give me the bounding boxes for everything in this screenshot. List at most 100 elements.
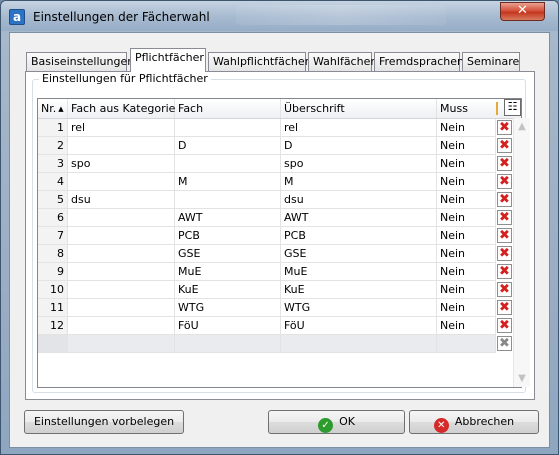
cell-fach-aus-kategorie[interactable] <box>68 281 175 298</box>
table-row[interactable]: 10 KuE KuE Nein <box>38 281 496 299</box>
cell-muss-empty[interactable] <box>437 335 496 352</box>
scroll-down-icon[interactable]: ▼ <box>514 370 530 387</box>
cell-fach[interactable]: FöU <box>175 317 281 334</box>
cell-nr[interactable]: 12 <box>38 317 68 334</box>
table-row[interactable]: 2 D D Nein <box>38 137 496 155</box>
table-row[interactable]: 9 MuE MuE Nein <box>38 263 496 281</box>
cell-ueberschrift[interactable]: MuE <box>281 263 437 280</box>
cell-ueberschrift[interactable]: M <box>281 173 437 190</box>
cell-muss[interactable]: Nein <box>437 209 496 226</box>
abbrechen-button[interactable]: ✕ Abbrechen <box>409 410 539 434</box>
cell-fach[interactable]: MuE <box>175 263 281 280</box>
delete-row-button[interactable]: ✖ <box>496 317 513 334</box>
cell-nr[interactable]: 3 <box>38 155 68 172</box>
header-muss[interactable]: Muss <box>437 99 496 118</box>
cell-fach-empty[interactable] <box>175 335 281 352</box>
tab-basiseinstellungen[interactable]: Basiseinstellungen <box>26 52 134 71</box>
delete-row-button[interactable]: ✖ <box>496 119 513 136</box>
cell-fach-aus-kategorie[interactable] <box>68 209 175 226</box>
cell-fach-aus-kategorie[interactable] <box>68 317 175 334</box>
table-row[interactable]: 3 spo spo Nein <box>38 155 496 173</box>
cell-ueberschrift[interactable]: dsu <box>281 191 437 208</box>
cell-nr-empty[interactable] <box>38 335 68 352</box>
cell-muss[interactable]: Nein <box>437 191 496 208</box>
cell-fach[interactable]: D <box>175 137 281 154</box>
cell-ueberschrift[interactable]: KuE <box>281 281 437 298</box>
delete-row-button[interactable]: ✖ <box>496 191 513 208</box>
delete-row-button[interactable]: ✖ <box>496 263 513 280</box>
cell-nr[interactable]: 10 <box>38 281 68 298</box>
delete-row-button[interactable]: ✖ <box>496 209 513 226</box>
column-chooser-icon[interactable]: ☷ <box>504 99 521 116</box>
tab-fremdsprachen[interactable]: Fremdsprachen <box>374 52 464 71</box>
cell-ueberschrift[interactable]: AWT <box>281 209 437 226</box>
cell-muss[interactable]: Nein <box>437 317 496 334</box>
vertical-scrollbar[interactable]: ▲ ▼ <box>513 118 530 387</box>
table-row[interactable]: 5 dsu dsu Nein <box>38 191 496 209</box>
cell-muss[interactable]: Nein <box>437 245 496 262</box>
cell-fach-aus-kategorie[interactable] <box>68 299 175 316</box>
cell-ueberschrift[interactable]: D <box>281 137 437 154</box>
cell-fach[interactable]: PCB <box>175 227 281 244</box>
einstellungen-vorbelegen-button[interactable]: Einstellungen vorbelegen <box>24 410 184 434</box>
table-row[interactable]: 11 WTG WTG Nein <box>38 299 496 317</box>
cell-nr[interactable]: 2 <box>38 137 68 154</box>
cell-ueberschrift[interactable]: GSE <box>281 245 437 262</box>
cell-muss[interactable]: Nein <box>437 227 496 244</box>
cell-nr[interactable]: 8 <box>38 245 68 262</box>
table-row[interactable]: 8 GSE GSE Nein <box>38 245 496 263</box>
cell-ueberschrift[interactable]: FöU <box>281 317 437 334</box>
cell-nr[interactable]: 1 <box>38 119 68 136</box>
cell-nr[interactable]: 6 <box>38 209 68 226</box>
cell-muss[interactable]: Nein <box>437 263 496 280</box>
cell-muss[interactable]: Nein <box>437 299 496 316</box>
delete-row-button[interactable]: ✖ <box>496 137 513 154</box>
cell-muss[interactable]: Nein <box>437 119 496 136</box>
header-nr[interactable]: Nr. ▲ <box>38 99 68 118</box>
delete-row-button[interactable]: ✖ <box>496 299 513 316</box>
cell-fach[interactable]: WTG <box>175 299 281 316</box>
cell-fach[interactable]: M <box>175 173 281 190</box>
cell-fach[interactable] <box>175 155 281 172</box>
delete-row-button[interactable]: ✖ <box>496 245 513 262</box>
cell-nr[interactable]: 9 <box>38 263 68 280</box>
ok-button[interactable]: ✓ OK <box>268 410 405 434</box>
cell-fach-aus-kategorie[interactable] <box>68 263 175 280</box>
cell-fach-aus-kategorie[interactable] <box>68 137 175 154</box>
cell-fach[interactable]: KuE <box>175 281 281 298</box>
cell-ueberschrift[interactable]: spo <box>281 155 437 172</box>
table-row[interactable]: 6 AWT AWT Nein <box>38 209 496 227</box>
table-row[interactable]: 7 PCB PCB Nein <box>38 227 496 245</box>
delete-row-button[interactable]: ✖ <box>496 155 513 172</box>
cell-nr[interactable]: 4 <box>38 173 68 190</box>
cell-fach-aus-kategorie[interactable]: dsu <box>68 191 175 208</box>
table-row[interactable]: 12 FöU FöU Nein <box>38 317 496 335</box>
cell-muss[interactable]: Nein <box>437 173 496 190</box>
tab-seminare[interactable]: Seminare <box>462 52 520 71</box>
cell-fach-aus-kategorie[interactable] <box>68 245 175 262</box>
cell-fach[interactable] <box>175 191 281 208</box>
subjects-grid[interactable]: Nr. ▲ Fach aus Kategorie Fach Überschrift… <box>37 98 530 388</box>
cell-muss[interactable]: Nein <box>437 281 496 298</box>
scroll-up-icon[interactable]: ▲ <box>514 118 530 135</box>
tab-wahlpflichtfaecher[interactable]: Wahlpflichtfächer <box>208 52 309 71</box>
cell-fach-aus-kategorie[interactable]: spo <box>68 155 175 172</box>
header-fach-aus-kategorie[interactable]: Fach aus Kategorie <box>68 99 175 118</box>
delete-row-button[interactable]: ✖ <box>496 227 513 244</box>
header-ueberschrift[interactable]: Überschrift <box>281 99 437 118</box>
cell-ueberschrift[interactable]: WTG <box>281 299 437 316</box>
tab-pflichtfaecher[interactable]: Pflichtfächer <box>130 48 206 72</box>
cell-fach-aus-kategorie[interactable]: rel <box>68 119 175 136</box>
cell-nr[interactable]: 11 <box>38 299 68 316</box>
cell-nr[interactable]: 5 <box>38 191 68 208</box>
cell-fach[interactable] <box>175 119 281 136</box>
cell-muss[interactable]: Nein <box>437 155 496 172</box>
cell-fach[interactable]: GSE <box>175 245 281 262</box>
close-button[interactable]: ✕ <box>500 2 545 21</box>
cell-nr[interactable]: 7 <box>38 227 68 244</box>
tab-wahlfaecher[interactable]: Wahlfächer <box>308 52 375 71</box>
delete-row-button[interactable]: ✖ <box>496 173 513 190</box>
cell-fach-aus-kategorie[interactable] <box>68 227 175 244</box>
cell-ueberschrift[interactable]: PCB <box>281 227 437 244</box>
cell-ueberschrift[interactable]: rel <box>281 119 437 136</box>
